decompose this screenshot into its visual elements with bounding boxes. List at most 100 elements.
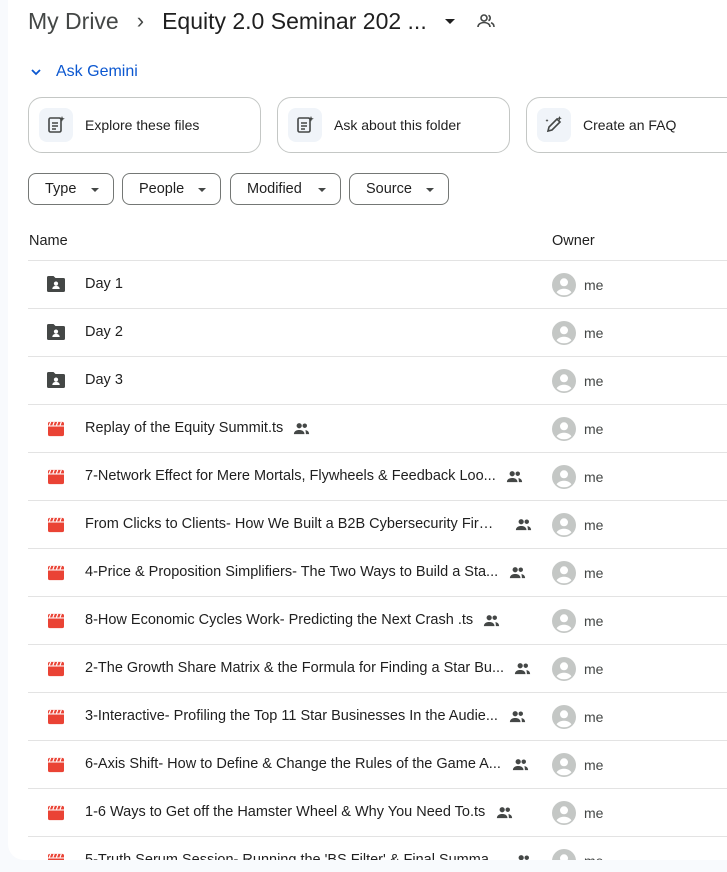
- file-name: Day 2: [85, 324, 123, 340]
- shared-folder-icon: [46, 323, 66, 341]
- avatar: [552, 465, 576, 489]
- document-sparkle-icon: [39, 108, 73, 142]
- file-row[interactable]: 4-Price & Proposition Simplifiers- The T…: [28, 548, 727, 596]
- caret-down-icon: [91, 188, 99, 192]
- owner-name: me: [584, 421, 604, 437]
- filter-type-label: Type: [45, 181, 77, 197]
- shared-people-icon[interactable]: [476, 14, 495, 28]
- file-name: 7-Network Effect for Mere Mortals, Flywh…: [85, 468, 496, 484]
- file-name: 4-Price & Proposition Simplifiers- The T…: [85, 564, 499, 580]
- file-row[interactable]: Day 1 me: [28, 260, 727, 308]
- file-name: 8-How Economic Cycles Work- Predicting t…: [85, 612, 474, 628]
- video-file-icon: [47, 565, 67, 583]
- file-list: Day 1 me Day 2 me Day 3 me Replay of the Equit…: [28, 260, 727, 860]
- shared-folder-icon: [46, 371, 66, 389]
- drive-panel: My Drive › Equity 2.0 Seminar 202 ... As…: [8, 0, 727, 860]
- avatar: [552, 273, 576, 297]
- owner-name: me: [584, 277, 604, 293]
- owner-name: me: [584, 757, 604, 773]
- file-row[interactable]: 3-Interactive- Profiling the Top 11 Star…: [28, 692, 727, 740]
- avatar: [552, 561, 576, 585]
- owner-name: me: [584, 613, 604, 629]
- file-name: Day 1: [85, 276, 123, 292]
- filter-modified[interactable]: Modified: [230, 173, 341, 205]
- file-row[interactable]: From Clicks to Clients- How We Built a B…: [28, 500, 727, 548]
- shared-people-icon: [483, 614, 500, 627]
- breadcrumb-current-folder[interactable]: Equity 2.0 Seminar 202 ...: [162, 8, 427, 35]
- file-row[interactable]: Day 2 me: [28, 308, 727, 356]
- owner-name: me: [584, 565, 604, 581]
- file-row[interactable]: 2-The Growth Share Matrix & the Formula …: [28, 644, 727, 692]
- owner-name: me: [584, 661, 604, 677]
- avatar: [552, 369, 576, 393]
- video-file-icon: [47, 709, 67, 727]
- owner-name: me: [584, 517, 604, 533]
- video-file-icon: [47, 469, 67, 487]
- filter-modified-label: Modified: [247, 181, 302, 197]
- document-sparkle-icon: [288, 108, 322, 142]
- avatar: [552, 801, 576, 825]
- file-name: Replay of the Equity Summit.ts: [85, 420, 284, 436]
- shared-people-icon: [506, 470, 523, 483]
- shared-people-icon: [509, 710, 526, 723]
- owner-name: me: [584, 373, 604, 389]
- ask-about-folder-card[interactable]: Ask about this folder: [277, 97, 510, 153]
- file-name: 1-6 Ways to Get off the Hamster Wheel & …: [85, 804, 486, 820]
- shared-people-icon: [515, 518, 532, 531]
- filter-source[interactable]: Source: [349, 173, 449, 205]
- filter-source-label: Source: [366, 181, 412, 197]
- ask-gemini-label: Ask Gemini: [56, 63, 138, 80]
- create-faq-label: Create an FAQ: [583, 117, 677, 133]
- file-row[interactable]: Replay of the Equity Summit.ts me: [28, 404, 727, 452]
- filter-people[interactable]: People: [122, 173, 221, 205]
- file-name: From Clicks to Clients- How We Built a B…: [85, 516, 505, 532]
- video-file-icon: [47, 853, 67, 860]
- file-row[interactable]: 5-Truth Serum Session- Running the 'BS F…: [28, 836, 727, 860]
- avatar: [552, 513, 576, 537]
- shared-people-icon: [293, 422, 310, 435]
- shared-people-icon: [514, 662, 531, 675]
- shared-people-icon: [515, 854, 532, 860]
- column-header-owner[interactable]: Owner: [552, 233, 595, 249]
- video-file-icon: [47, 661, 67, 679]
- shared-people-icon: [512, 758, 529, 771]
- shared-folder-icon: [46, 275, 66, 293]
- file-row[interactable]: 1-6 Ways to Get off the Hamster Wheel & …: [28, 788, 727, 836]
- breadcrumb-my-drive[interactable]: My Drive: [28, 8, 119, 35]
- owner-name: me: [584, 805, 604, 821]
- file-name: 6-Axis Shift- How to Define & Change the…: [85, 756, 501, 772]
- explore-files-card[interactable]: Explore these files: [28, 97, 261, 153]
- file-row[interactable]: 8-How Economic Cycles Work- Predicting t…: [28, 596, 727, 644]
- explore-files-label: Explore these files: [85, 117, 200, 133]
- video-file-icon: [47, 421, 67, 439]
- caret-down-icon: [198, 188, 206, 192]
- file-row[interactable]: 7-Network Effect for Mere Mortals, Flywh…: [28, 452, 727, 500]
- video-file-icon: [47, 613, 67, 631]
- create-faq-card[interactable]: Create an FAQ: [526, 97, 727, 153]
- avatar: [552, 705, 576, 729]
- video-file-icon: [47, 805, 67, 823]
- caret-down-icon: [318, 188, 326, 192]
- column-header-name[interactable]: Name: [29, 233, 68, 249]
- filter-people-label: People: [139, 181, 185, 197]
- filter-type[interactable]: Type: [28, 173, 114, 205]
- file-name: 2-The Growth Share Matrix & the Formula …: [85, 660, 505, 676]
- chevron-down-icon: [31, 69, 41, 76]
- video-file-icon: [47, 757, 67, 775]
- avatar: [552, 609, 576, 633]
- caret-down-icon: [426, 188, 434, 192]
- shared-people-icon: [509, 566, 526, 579]
- file-row[interactable]: 6-Axis Shift- How to Define & Change the…: [28, 740, 727, 788]
- avatar: [552, 849, 576, 860]
- ask-gemini-toggle[interactable]: Ask Gemini: [30, 60, 138, 84]
- video-file-icon: [47, 517, 67, 535]
- shared-people-icon: [496, 806, 513, 819]
- file-name: Day 3: [85, 372, 123, 388]
- file-name: 3-Interactive- Profiling the Top 11 Star…: [85, 708, 498, 724]
- file-row[interactable]: Day 3 me: [28, 356, 727, 404]
- caret-down-icon[interactable]: [444, 18, 455, 24]
- owner-name: me: [584, 709, 604, 725]
- ask-about-folder-label: Ask about this folder: [334, 117, 461, 133]
- owner-name: me: [584, 469, 604, 485]
- pencil-sparkle-icon: [537, 108, 571, 142]
